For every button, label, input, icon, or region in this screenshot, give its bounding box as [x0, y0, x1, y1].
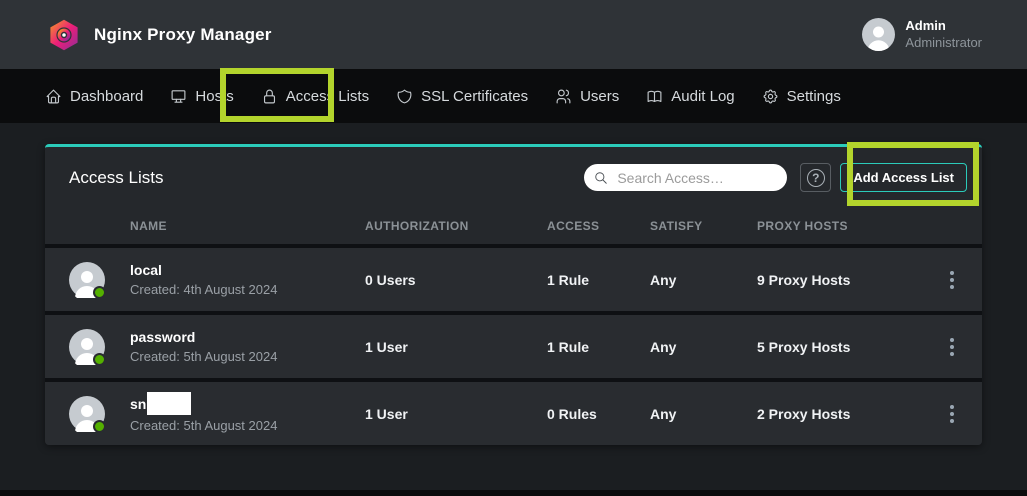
- table-header-row: NAME AUTHORIZATION ACCESS SATISFY PROXY …: [45, 208, 982, 244]
- search-input[interactable]: [617, 170, 777, 186]
- row-menu-button[interactable]: [942, 266, 962, 294]
- proxy-hosts-cell: 5 Proxy Hosts: [757, 339, 940, 355]
- top-header-bar: Nginx Proxy Manager Admin Administrator: [0, 0, 1027, 69]
- redaction-box: [147, 392, 191, 415]
- lock-icon: [261, 88, 278, 105]
- table-row: sn Created: 5th August 2024 1 User 0 Rul…: [45, 378, 982, 445]
- column-header-name: NAME: [130, 219, 365, 233]
- column-header-authorization: AUTHORIZATION: [365, 219, 547, 233]
- add-access-list-button[interactable]: Add Access List: [840, 163, 967, 192]
- access-list-name: local: [130, 262, 162, 279]
- proxy-hosts-cell: 9 Proxy Hosts: [757, 272, 940, 288]
- page-title: Access Lists: [69, 168, 163, 188]
- column-header-satisfy: SATISFY: [650, 219, 757, 233]
- access-list-name: sn: [130, 396, 146, 413]
- nav-label-access-lists: Access Lists: [286, 88, 369, 105]
- nav-label-hosts: Hosts: [195, 88, 233, 105]
- help-icon: ?: [807, 169, 825, 187]
- nav-label-audit-log: Audit Log: [671, 88, 734, 105]
- avatar: [69, 329, 105, 365]
- app-screen: Nginx Proxy Manager Admin Administrator …: [0, 0, 1027, 496]
- user-menu[interactable]: Admin Administrator: [862, 18, 982, 52]
- nav-item-dashboard[interactable]: Dashboard: [45, 88, 143, 105]
- table-row: password Created: 5th August 2024 1 User…: [45, 311, 982, 378]
- online-status-dot: [93, 420, 106, 433]
- nav-item-access-lists[interactable]: Access Lists: [261, 88, 369, 105]
- satisfy-cell: Any: [650, 406, 757, 422]
- nav-item-hosts[interactable]: Hosts: [170, 88, 233, 105]
- access-lists-panel: Access Lists ? Add Access List NAME AUTH…: [45, 144, 982, 445]
- content-area: Access Lists ? Add Access List NAME AUTH…: [0, 123, 1027, 496]
- panel-header: Access Lists ? Add Access List: [45, 147, 982, 208]
- access-cell: 1 Rule: [547, 272, 650, 288]
- nav-label-users: Users: [580, 88, 619, 105]
- online-status-dot: [93, 353, 106, 366]
- nav-item-settings[interactable]: Settings: [762, 88, 841, 105]
- authorization-cell: 1 User: [365, 406, 547, 422]
- created-date: Created: 5th August 2024: [130, 349, 365, 364]
- online-status-dot: [93, 286, 106, 299]
- bottom-strip: [0, 490, 1027, 496]
- users-icon: [555, 88, 572, 105]
- nav-label-settings: Settings: [787, 88, 841, 105]
- avatar: [69, 396, 105, 432]
- shield-icon: [396, 88, 413, 105]
- user-avatar: [862, 18, 895, 51]
- access-list-name: password: [130, 329, 195, 346]
- user-name: Admin: [905, 18, 982, 35]
- created-date: Created: 5th August 2024: [130, 418, 365, 433]
- proxy-hosts-cell: 2 Proxy Hosts: [757, 406, 940, 422]
- app-title: Nginx Proxy Manager: [94, 25, 272, 45]
- table-row: local Created: 4th August 2024 0 Users 1…: [45, 244, 982, 311]
- access-cell: 1 Rule: [547, 339, 650, 355]
- book-icon: [646, 88, 663, 105]
- search-icon: [594, 171, 608, 185]
- home-icon: [45, 88, 62, 105]
- gear-icon: [762, 88, 779, 105]
- column-header-proxy-hosts: PROXY HOSTS: [757, 219, 940, 233]
- created-date: Created: 4th August 2024: [130, 282, 365, 297]
- nginx-proxy-manager-logo-icon: [48, 18, 80, 52]
- nav-item-audit-log[interactable]: Audit Log: [646, 88, 734, 105]
- nav-item-users[interactable]: Users: [555, 88, 619, 105]
- satisfy-cell: Any: [650, 272, 757, 288]
- help-button[interactable]: ?: [800, 163, 831, 192]
- row-menu-button[interactable]: [942, 400, 962, 428]
- column-header-access: ACCESS: [547, 219, 650, 233]
- user-role: Administrator: [905, 35, 982, 52]
- nav-item-ssl-certificates[interactable]: SSL Certificates: [396, 88, 528, 105]
- avatar: [69, 262, 105, 298]
- authorization-cell: 1 User: [365, 339, 547, 355]
- authorization-cell: 0 Users: [365, 272, 547, 288]
- brand-link[interactable]: Nginx Proxy Manager: [48, 18, 272, 52]
- monitor-icon: [170, 88, 187, 105]
- satisfy-cell: Any: [650, 339, 757, 355]
- nav-label-ssl-certificates: SSL Certificates: [421, 88, 528, 105]
- person-icon: [862, 21, 895, 51]
- access-cell: 0 Rules: [547, 406, 650, 422]
- search-box: [584, 164, 787, 191]
- main-navigation: Dashboard Hosts Access Lists SSL Certifi…: [0, 69, 1027, 123]
- row-menu-button[interactable]: [942, 333, 962, 361]
- nav-label-dashboard: Dashboard: [70, 88, 143, 105]
